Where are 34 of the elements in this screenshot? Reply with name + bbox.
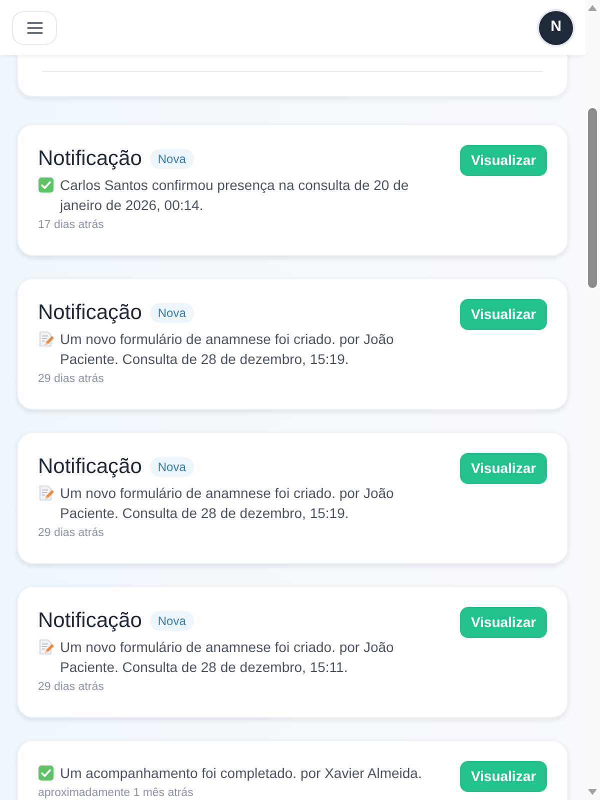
notification-title: Notificação [38, 300, 142, 326]
avatar-button[interactable]: N [539, 10, 573, 44]
notification-time: aproximadamente 1 mês atrás [38, 786, 194, 800]
notification-title: Notificação [38, 608, 142, 634]
notification-message: Um novo formulário de anamnese foi criado. por João Paciente. Consulta de 28 de dezembro, 15:19. [60, 484, 395, 523]
notification-time: 29 dias atrás [38, 372, 105, 386]
view-button[interactable]: Visualizar [460, 761, 547, 792]
new-badge: Nova [150, 611, 194, 631]
view-button[interactable]: Visualizar [460, 299, 547, 330]
new-badge: Nova [150, 457, 194, 477]
check-box-icon [38, 177, 54, 193]
notification-message: Um novo formulário de anamnese foi criado. por João Paciente. Consulta de 28 de dezembro, 15:11. [60, 638, 395, 677]
view-button[interactable]: Visualizar [460, 453, 547, 484]
menu-icon [26, 22, 42, 34]
scrollbar-thumb[interactable] [588, 108, 597, 288]
notification-title: Notificação [38, 146, 142, 172]
memo-pencil-icon [38, 331, 54, 347]
memo-pencil-icon [38, 639, 54, 655]
view-button[interactable]: Visualizar [460, 607, 547, 638]
notification-title: Notificação [38, 454, 142, 480]
memo-pencil-icon [38, 485, 54, 501]
scroll-up-arrow-icon[interactable] [588, 5, 597, 11]
check-box-icon [38, 765, 54, 781]
scroll-down-arrow-icon[interactable] [588, 789, 597, 795]
notification-time: 17 dias atrás [38, 218, 105, 232]
notification-message: Um acompanhamento foi completado. por Xavier Almeida. [60, 764, 422, 783]
notification-time: 29 dias atrás [38, 680, 105, 694]
view-button[interactable]: Visualizar [460, 145, 547, 176]
new-badge: Nova [150, 303, 194, 323]
new-badge: Nova [150, 149, 194, 169]
notification-time: 29 dias atrás [38, 526, 105, 540]
notification-message: Um novo formulário de anamnese foi criado. por João Paciente. Consulta de 28 de dezembro, 15:19. [60, 330, 395, 369]
notification-message: Carlos Santos confirmou presença na consulta de 20 de janeiro de 2026, 00:14. [60, 176, 410, 215]
menu-button[interactable] [12, 10, 57, 44]
